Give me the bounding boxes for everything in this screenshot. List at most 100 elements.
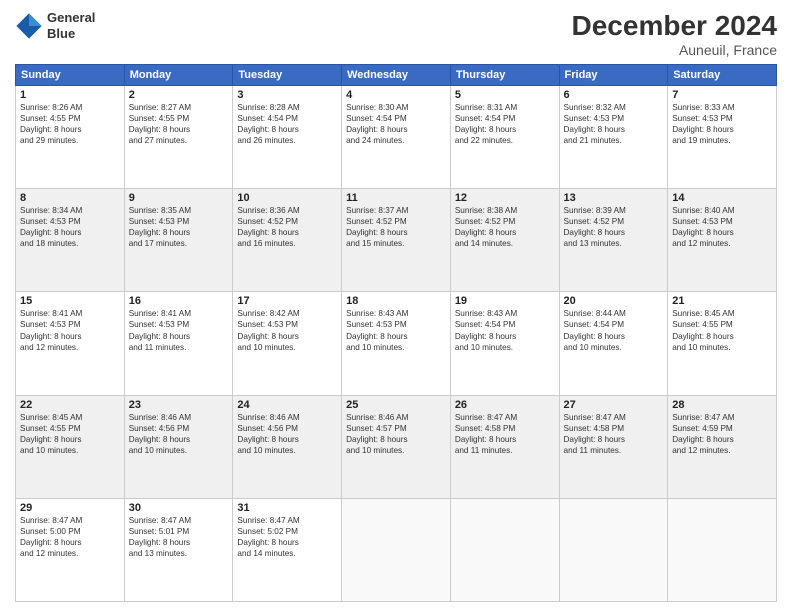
calendar-day-cell: 22Sunrise: 8:45 AMSunset: 4:55 PMDayligh… (16, 395, 125, 498)
day-number: 20 (564, 295, 664, 307)
day-number: 12 (455, 192, 555, 204)
day-detail: Sunrise: 8:47 AMSunset: 4:58 PMDaylight:… (564, 412, 664, 456)
calendar-header-cell: Sunday (16, 65, 125, 86)
calendar-week-row: 22Sunrise: 8:45 AMSunset: 4:55 PMDayligh… (16, 395, 777, 498)
day-detail: Sunrise: 8:33 AMSunset: 4:53 PMDaylight:… (672, 102, 772, 146)
day-detail: Sunrise: 8:47 AMSunset: 5:02 PMDaylight:… (237, 515, 337, 559)
calendar-day-cell: 27Sunrise: 8:47 AMSunset: 4:58 PMDayligh… (559, 395, 668, 498)
day-detail: Sunrise: 8:44 AMSunset: 4:54 PMDaylight:… (564, 308, 664, 352)
calendar-day-cell: 7Sunrise: 8:33 AMSunset: 4:53 PMDaylight… (668, 86, 777, 189)
day-detail: Sunrise: 8:43 AMSunset: 4:53 PMDaylight:… (346, 308, 446, 352)
day-detail: Sunrise: 8:41 AMSunset: 4:53 PMDaylight:… (20, 308, 120, 352)
day-number: 5 (455, 89, 555, 101)
day-detail: Sunrise: 8:45 AMSunset: 4:55 PMDaylight:… (20, 412, 120, 456)
day-number: 3 (237, 89, 337, 101)
calendar-week-row: 15Sunrise: 8:41 AMSunset: 4:53 PMDayligh… (16, 292, 777, 395)
calendar-day-cell: 18Sunrise: 8:43 AMSunset: 4:53 PMDayligh… (342, 292, 451, 395)
day-number: 23 (129, 399, 229, 411)
day-detail: Sunrise: 8:47 AMSunset: 5:01 PMDaylight:… (129, 515, 229, 559)
day-number: 9 (129, 192, 229, 204)
calendar-day-cell: 5Sunrise: 8:31 AMSunset: 4:54 PMDaylight… (450, 86, 559, 189)
main-title: December 2024 (572, 10, 777, 42)
day-number: 14 (672, 192, 772, 204)
day-number: 30 (129, 502, 229, 514)
day-detail: Sunrise: 8:34 AMSunset: 4:53 PMDaylight:… (20, 205, 120, 249)
day-number: 8 (20, 192, 120, 204)
day-number: 22 (20, 399, 120, 411)
day-detail: Sunrise: 8:30 AMSunset: 4:54 PMDaylight:… (346, 102, 446, 146)
day-detail: Sunrise: 8:36 AMSunset: 4:52 PMDaylight:… (237, 205, 337, 249)
calendar-day-cell: 30Sunrise: 8:47 AMSunset: 5:01 PMDayligh… (124, 498, 233, 601)
day-detail: Sunrise: 8:39 AMSunset: 4:52 PMDaylight:… (564, 205, 664, 249)
calendar-day-cell (559, 498, 668, 601)
calendar-day-cell: 24Sunrise: 8:46 AMSunset: 4:56 PMDayligh… (233, 395, 342, 498)
day-number: 31 (237, 502, 337, 514)
day-number: 25 (346, 399, 446, 411)
day-number: 6 (564, 89, 664, 101)
calendar-day-cell: 26Sunrise: 8:47 AMSunset: 4:58 PMDayligh… (450, 395, 559, 498)
calendar-day-cell: 10Sunrise: 8:36 AMSunset: 4:52 PMDayligh… (233, 189, 342, 292)
day-detail: Sunrise: 8:45 AMSunset: 4:55 PMDaylight:… (672, 308, 772, 352)
day-number: 4 (346, 89, 446, 101)
calendar-day-cell: 2Sunrise: 8:27 AMSunset: 4:55 PMDaylight… (124, 86, 233, 189)
logo: General Blue (15, 10, 95, 41)
calendar-table: SundayMondayTuesdayWednesdayThursdayFrid… (15, 64, 777, 602)
day-number: 1 (20, 89, 120, 101)
day-number: 21 (672, 295, 772, 307)
calendar-day-cell: 11Sunrise: 8:37 AMSunset: 4:52 PMDayligh… (342, 189, 451, 292)
calendar-day-cell: 21Sunrise: 8:45 AMSunset: 4:55 PMDayligh… (668, 292, 777, 395)
header: General Blue December 2024 Auneuil, Fran… (15, 10, 777, 58)
calendar-header-cell: Friday (559, 65, 668, 86)
day-number: 7 (672, 89, 772, 101)
day-number: 24 (237, 399, 337, 411)
calendar-day-cell: 3Sunrise: 8:28 AMSunset: 4:54 PMDaylight… (233, 86, 342, 189)
calendar-day-cell: 14Sunrise: 8:40 AMSunset: 4:53 PMDayligh… (668, 189, 777, 292)
page: General Blue December 2024 Auneuil, Fran… (0, 0, 792, 612)
day-detail: Sunrise: 8:46 AMSunset: 4:57 PMDaylight:… (346, 412, 446, 456)
day-number: 16 (129, 295, 229, 307)
day-number: 27 (564, 399, 664, 411)
day-detail: Sunrise: 8:35 AMSunset: 4:53 PMDaylight:… (129, 205, 229, 249)
day-detail: Sunrise: 8:43 AMSunset: 4:54 PMDaylight:… (455, 308, 555, 352)
day-detail: Sunrise: 8:41 AMSunset: 4:53 PMDaylight:… (129, 308, 229, 352)
calendar-day-cell: 31Sunrise: 8:47 AMSunset: 5:02 PMDayligh… (233, 498, 342, 601)
day-number: 26 (455, 399, 555, 411)
calendar-day-cell: 20Sunrise: 8:44 AMSunset: 4:54 PMDayligh… (559, 292, 668, 395)
day-number: 15 (20, 295, 120, 307)
calendar-day-cell: 29Sunrise: 8:47 AMSunset: 5:00 PMDayligh… (16, 498, 125, 601)
calendar-week-row: 1Sunrise: 8:26 AMSunset: 4:55 PMDaylight… (16, 86, 777, 189)
day-number: 13 (564, 192, 664, 204)
day-number: 29 (20, 502, 120, 514)
calendar-day-cell: 12Sunrise: 8:38 AMSunset: 4:52 PMDayligh… (450, 189, 559, 292)
day-detail: Sunrise: 8:32 AMSunset: 4:53 PMDaylight:… (564, 102, 664, 146)
day-detail: Sunrise: 8:42 AMSunset: 4:53 PMDaylight:… (237, 308, 337, 352)
calendar-header-cell: Saturday (668, 65, 777, 86)
calendar-header-cell: Thursday (450, 65, 559, 86)
day-detail: Sunrise: 8:31 AMSunset: 4:54 PMDaylight:… (455, 102, 555, 146)
day-detail: Sunrise: 8:47 AMSunset: 4:59 PMDaylight:… (672, 412, 772, 456)
logo-text: General Blue (47, 10, 95, 41)
day-detail: Sunrise: 8:47 AMSunset: 5:00 PMDaylight:… (20, 515, 120, 559)
day-number: 11 (346, 192, 446, 204)
day-detail: Sunrise: 8:40 AMSunset: 4:53 PMDaylight:… (672, 205, 772, 249)
subtitle: Auneuil, France (572, 42, 777, 58)
calendar-day-cell: 6Sunrise: 8:32 AMSunset: 4:53 PMDaylight… (559, 86, 668, 189)
calendar-day-cell: 15Sunrise: 8:41 AMSunset: 4:53 PMDayligh… (16, 292, 125, 395)
calendar-day-cell (450, 498, 559, 601)
calendar-day-cell: 16Sunrise: 8:41 AMSunset: 4:53 PMDayligh… (124, 292, 233, 395)
calendar-day-cell: 25Sunrise: 8:46 AMSunset: 4:57 PMDayligh… (342, 395, 451, 498)
day-number: 10 (237, 192, 337, 204)
day-number: 28 (672, 399, 772, 411)
day-detail: Sunrise: 8:27 AMSunset: 4:55 PMDaylight:… (129, 102, 229, 146)
day-detail: Sunrise: 8:38 AMSunset: 4:52 PMDaylight:… (455, 205, 555, 249)
title-block: December 2024 Auneuil, France (572, 10, 777, 58)
logo-icon (15, 12, 43, 40)
calendar-day-cell: 8Sunrise: 8:34 AMSunset: 4:53 PMDaylight… (16, 189, 125, 292)
calendar-day-cell (342, 498, 451, 601)
calendar-day-cell: 9Sunrise: 8:35 AMSunset: 4:53 PMDaylight… (124, 189, 233, 292)
day-number: 18 (346, 295, 446, 307)
calendar-header-cell: Wednesday (342, 65, 451, 86)
day-number: 2 (129, 89, 229, 101)
calendar-header-row: SundayMondayTuesdayWednesdayThursdayFrid… (16, 65, 777, 86)
calendar-week-row: 8Sunrise: 8:34 AMSunset: 4:53 PMDaylight… (16, 189, 777, 292)
